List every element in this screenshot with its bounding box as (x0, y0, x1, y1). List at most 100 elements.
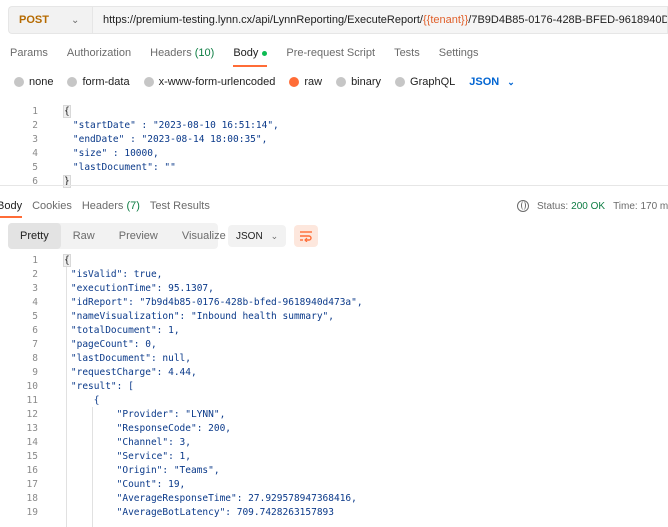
code-line: "executionTime": 95.1307, (48, 282, 214, 294)
line-number: 5 (32, 310, 38, 322)
headers-count: (10) (194, 47, 215, 59)
code-line: "Channel": 3, (48, 436, 191, 448)
line-number: 19 (26, 506, 38, 518)
tab-authorization[interactable]: Authorization (67, 42, 131, 64)
line-number: 7 (32, 338, 38, 350)
mode-binary-label: binary (351, 76, 382, 88)
url-prefix: https://premium-testing.lynn.cx/api/Lynn… (103, 14, 423, 26)
tab-prerequest-script[interactable]: Pre-request Script (286, 42, 375, 64)
code-line: "AverageBotLatency": 709.7428263157893 (48, 506, 334, 518)
mode-binary[interactable]: binary (336, 76, 381, 88)
response-format-label: JSON (236, 230, 263, 242)
mode-urlencoded-label: x-www-form-urlencoded (158, 76, 276, 88)
method-selector[interactable]: POST ⌄ (8, 6, 92, 34)
line-number: 16 (26, 464, 38, 476)
response-format-dropdown[interactable]: JSON ⌄ (228, 225, 286, 247)
body-format-label: JSON (469, 76, 500, 88)
status-label: Status: (537, 200, 569, 212)
tab-tests[interactable]: Tests (394, 42, 420, 64)
mode-raw[interactable]: raw (289, 76, 322, 88)
code-line: "requestCharge": 4.44, (48, 366, 197, 378)
radio-icon (336, 77, 347, 87)
response-headers-label: Headers (81, 200, 124, 212)
chevron-down-icon: ⌄ (270, 230, 279, 241)
url-input[interactable]: https://premium-testing.lynn.cx/api/Lynn… (92, 6, 668, 34)
code-line: "nameVisualization": "Inbound health sum… (48, 310, 334, 322)
body-format-dropdown[interactable]: JSON ⌄ (469, 76, 515, 88)
globe-icon[interactable] (517, 200, 529, 212)
mode-graphql[interactable]: GraphQL (395, 76, 455, 88)
code-line: "ResponseCode": 200, (48, 422, 232, 434)
line-number: 5 (32, 161, 38, 173)
tab-body[interactable]: Body (233, 42, 268, 67)
code-line: "Count": 19, (48, 478, 186, 490)
view-preview-button[interactable]: Preview (107, 223, 170, 249)
line-number: 12 (26, 408, 38, 420)
code-line: "pageCount": 0, (48, 338, 157, 350)
body-mode-selector: none form-data x-www-form-urlencoded raw… (14, 74, 515, 90)
mode-form-data-label: form-data (82, 76, 130, 88)
tab-headers-label: Headers (150, 47, 192, 59)
status-value[interactable]: 200 OK (571, 201, 605, 212)
mode-none-label: none (29, 76, 54, 88)
line-number: 4 (32, 296, 38, 308)
tab-cookies[interactable]: Cookies (32, 200, 72, 212)
url-suffix: /7B9D4B85-0176-428B-BFED-9618940D473A (468, 14, 667, 26)
code-line: "Provider": "LYNN", (48, 408, 226, 420)
time-label[interactable]: Time: 170 m (613, 201, 668, 212)
tab-settings[interactable]: Settings (439, 42, 479, 64)
line-number: 14 (26, 436, 38, 448)
wrap-lines-icon (300, 231, 312, 242)
code-line: "isValid": true, (48, 268, 163, 280)
response-status: Status: 200 OK Time: 170 m (517, 198, 668, 214)
line-number: 15 (26, 450, 38, 462)
view-pretty-button[interactable]: Pretty (8, 223, 61, 249)
code-line: "AverageResponseTime": 27.92957894736841… (48, 492, 357, 504)
tab-body-label: Body (233, 47, 259, 59)
line-number: 2 (32, 268, 38, 280)
request-tabs: Params Authorization Headers (10) Body P… (10, 42, 498, 67)
tab-response-body[interactable]: Body (0, 200, 23, 218)
code-line: "totalDocument": 1, (48, 324, 180, 336)
url-bar: POST ⌄ https://premium-testing.lynn.cx/a… (8, 6, 668, 34)
chevron-down-icon: ⌄ (70, 14, 80, 26)
line-number: 8 (32, 352, 38, 364)
code-line: "result": [ (48, 380, 134, 392)
tab-params[interactable]: Params (10, 42, 48, 64)
line-number: 4 (32, 147, 38, 159)
pane-divider[interactable] (0, 185, 668, 186)
line-number: 1 (32, 105, 38, 117)
request-body-editor[interactable]: 1 { 2 "startDate" : "2023-08-10 16:51:14"… (0, 104, 668, 188)
line-number: 11 (26, 394, 38, 406)
code-line: "lastDocument": "" (50, 161, 176, 173)
radio-icon (395, 77, 406, 87)
line-number: 2 (32, 119, 38, 131)
view-raw-button[interactable]: Raw (61, 223, 107, 249)
wrap-lines-button[interactable] (294, 225, 318, 247)
mode-form-data[interactable]: form-data (67, 76, 130, 88)
body-indicator-dot (262, 50, 268, 56)
code-line: { (63, 104, 71, 118)
response-headers-count: (7) (126, 200, 140, 212)
response-body-editor[interactable]: 1 { 2 "isValid": true, 3 "executionTime":… (0, 253, 668, 527)
method-label: POST (19, 14, 49, 26)
line-number: 10 (26, 380, 38, 392)
tab-headers[interactable]: Headers (10) (150, 42, 214, 64)
mode-urlencoded[interactable]: x-www-form-urlencoded (143, 76, 276, 88)
line-number: 18 (26, 492, 38, 504)
mode-none[interactable]: none (14, 76, 53, 88)
mode-raw-label: raw (304, 76, 323, 88)
line-number: 3 (32, 133, 38, 145)
line-number: 9 (32, 366, 38, 378)
code-line: "Origin": "Teams", (48, 464, 220, 476)
code-line: "endDate" : "2023-08-14 18:00:35", (50, 133, 268, 145)
line-number: 17 (26, 478, 38, 490)
code-line: "startDate" : "2023-08-10 16:51:14", (50, 119, 279, 131)
radio-icon (14, 77, 24, 87)
response-view-toolbar: Pretty Raw Preview Visualize (8, 223, 226, 249)
line-number: 1 (32, 254, 38, 266)
line-number: 13 (26, 422, 38, 434)
tab-response-headers[interactable]: Headers (7) (82, 200, 140, 212)
radio-icon (67, 77, 78, 87)
tab-test-results[interactable]: Test Results (150, 200, 210, 212)
